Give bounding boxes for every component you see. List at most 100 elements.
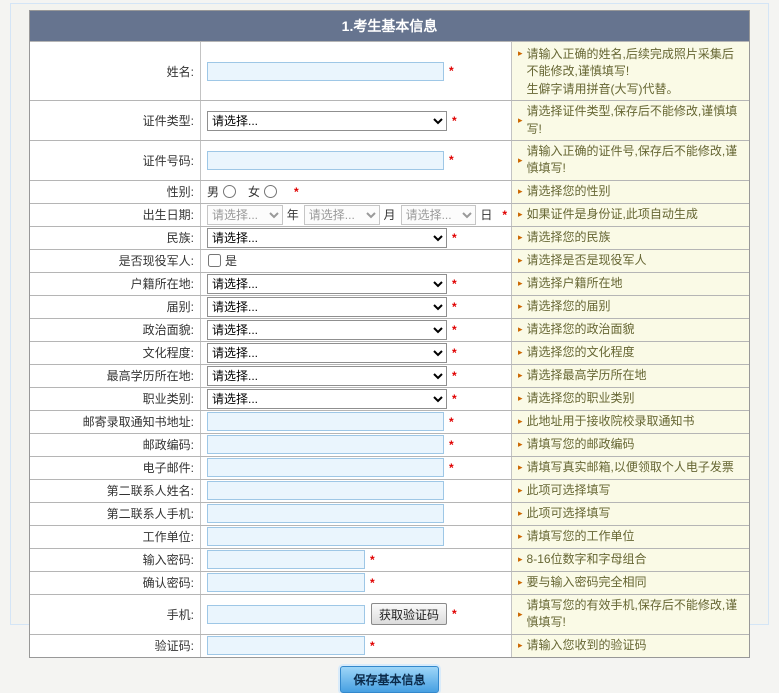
active-military-checkbox[interactable] xyxy=(208,254,221,268)
second-contact-phone-hint-text: 此项可选择填写 xyxy=(526,506,611,521)
occupation-type-hint-text: 请选择您的职业类别 xyxy=(526,391,635,406)
postal-code-row: 邮政编码: * ▸ 请填写您的邮政编码 xyxy=(30,432,749,456)
gender-hint: ▸ 请选择您的性别 xyxy=(512,180,749,203)
occupation-type-row: 职业类别: 请选择... * ▸ 请选择您的职业类别 xyxy=(30,386,749,410)
second-contact-name-input[interactable] xyxy=(207,481,444,501)
postal-code-input[interactable] xyxy=(207,435,444,455)
verification-code-field: * xyxy=(200,634,512,657)
work-unit-hint: ▸ 请填写您的工作单位 xyxy=(512,525,749,548)
work-unit-label: 工作单位: xyxy=(30,525,200,548)
required-marker: * xyxy=(449,437,454,452)
verification-code-row: 验证码: * ▸ 请输入您收到的验证码 xyxy=(30,633,749,657)
day-select[interactable]: 请选择... xyxy=(400,204,477,225)
required-marker: * xyxy=(370,575,375,590)
name-hint: ▸ 请输入正确的姓名,后续完成照片采集后不能修改,谨慎填写! 生僻字请用拼音(大写… xyxy=(512,42,749,101)
required-marker: * xyxy=(294,184,299,199)
mobile-get-code-button[interactable]: 获取验证码 xyxy=(371,603,448,626)
mobile-input[interactable] xyxy=(207,604,365,624)
second-contact-name-row: 第二联系人姓名: ▸ 此项可选择填写 xyxy=(30,478,749,502)
postal-code-hint-text: 请填写您的邮政编码 xyxy=(526,437,635,452)
required-marker: * xyxy=(452,113,457,128)
hint-bullet-icon: ▸ xyxy=(518,232,523,243)
ethnicity-select[interactable]: 请选择... xyxy=(207,227,447,248)
password-input[interactable] xyxy=(207,550,365,570)
name-input[interactable] xyxy=(207,61,444,81)
highest-education-location-select[interactable]: 请选择... xyxy=(207,365,447,386)
political-status-field: 请选择... * xyxy=(200,318,512,341)
second-contact-phone-input[interactable] xyxy=(207,504,444,524)
hint-bullet-icon: ▸ xyxy=(518,508,523,519)
hint-bullet-icon: ▸ xyxy=(518,462,523,473)
footer: 保存基本信息 xyxy=(11,665,768,693)
hint-bullet-icon: ▸ xyxy=(518,531,523,542)
form-rows: 姓名: * ▸ 请输入正确的姓名,后续完成照片采集后不能修改,谨慎填写! 生僻字请用拼… xyxy=(30,41,749,657)
household-registration-hint: ▸ 请选择户籍所在地 xyxy=(512,272,749,295)
email-input[interactable] xyxy=(207,458,444,478)
password-hint-text: 8-16位数字和字母组合 xyxy=(526,552,647,567)
ethnicity-label: 民族: xyxy=(30,226,200,249)
year-select[interactable]: 请选择... xyxy=(207,204,283,225)
mobile-hint-text: 请填写您的有效手机,保存后不能修改,谨慎填写! xyxy=(526,597,738,630)
gender-male-radio[interactable] xyxy=(223,185,237,199)
political-status-hint: ▸ 请选择您的政治面貌 xyxy=(512,318,749,341)
id-type-field: 请选择... * xyxy=(200,101,512,140)
hint-bullet-icon: ▸ xyxy=(518,485,523,496)
confirm-password-input[interactable] xyxy=(207,573,365,593)
gender-field: 男 女 * xyxy=(200,180,512,203)
save-basic-info-button[interactable]: 保存基本信息 xyxy=(340,665,439,693)
mobile-label: 手机: xyxy=(30,594,200,634)
mailing-address-input[interactable] xyxy=(207,412,444,432)
second-contact-name-field xyxy=(200,479,512,502)
name-label: 姓名: xyxy=(30,42,200,101)
political-status-hint-text: 请选择您的政治面貌 xyxy=(526,322,635,337)
second-contact-name-hint: ▸ 此项可选择填写 xyxy=(512,479,749,502)
gender-female-radio[interactable] xyxy=(264,185,278,199)
name-field: * xyxy=(200,42,512,101)
birth-date-hint: ▸ 如果证件是身份证,此项自动生成 xyxy=(512,203,749,226)
active-military-field: 是 xyxy=(200,249,512,272)
verification-code-input[interactable] xyxy=(207,636,365,656)
household-registration-select[interactable]: 请选择... xyxy=(207,273,447,294)
name-row: 姓名: * ▸ 请输入正确的姓名,后续完成照片采集后不能修改,谨慎填写! 生僻字请用拼… xyxy=(30,41,749,101)
email-row: 电子邮件: * ▸ 请填写真实邮箱,以便领取个人电子发票 xyxy=(30,455,749,479)
highest-education-location-field: 请选择... * xyxy=(200,364,512,387)
required-marker: * xyxy=(452,276,457,291)
work-unit-field xyxy=(200,525,512,548)
form-section-title: 1.考生基本信息 xyxy=(30,11,749,41)
required-marker: * xyxy=(449,153,454,168)
month-select[interactable]: 请选择... xyxy=(303,204,380,225)
password-field: * xyxy=(200,548,512,571)
second-contact-name-hint-text: 此项可选择填写 xyxy=(526,483,611,498)
category-label: 届别: xyxy=(30,295,200,318)
occupation-type-select[interactable]: 请选择... xyxy=(207,388,447,409)
education-level-select[interactable]: 请选择... xyxy=(207,342,447,363)
birth-date-field: 请选择... 年请选择... 月请选择... 日 * xyxy=(200,203,512,226)
password-hint: ▸ 8-16位数字和字母组合 xyxy=(512,548,749,571)
education-level-hint-text: 请选择您的文化程度 xyxy=(526,345,635,360)
hint-bullet-icon: ▸ xyxy=(518,416,523,427)
work-unit-input[interactable] xyxy=(207,527,444,547)
birth-date-row: 出生日期: 请选择... 年请选择... 月请选择... 日 * ▸ 如果证件是身份证,此项自… xyxy=(30,202,749,226)
political-status-select[interactable]: 请选择... xyxy=(207,319,447,340)
second-contact-phone-hint: ▸ 此项可选择填写 xyxy=(512,502,749,525)
month-unit-label: 月 xyxy=(383,208,396,223)
year-unit-label: 年 xyxy=(286,208,299,223)
category-select[interactable]: 请选择... xyxy=(207,296,447,317)
mailing-address-field: * xyxy=(200,410,512,433)
required-marker: * xyxy=(449,460,454,475)
postal-code-hint: ▸ 请填写您的邮政编码 xyxy=(512,433,749,456)
id-type-select[interactable]: 请选择... xyxy=(207,110,447,131)
id-number-field: * xyxy=(200,140,512,180)
required-marker: * xyxy=(452,230,457,245)
highest-education-location-label: 最高学历所在地: xyxy=(30,364,200,387)
confirm-password-hint-text: 要与输入密码完全相同 xyxy=(526,575,647,590)
email-hint-text: 请填写真实邮箱,以便领取个人电子发票 xyxy=(526,460,734,475)
id-number-input[interactable] xyxy=(207,150,444,170)
password-label: 输入密码: xyxy=(30,548,200,571)
required-marker: * xyxy=(452,607,457,622)
active-military-row: 是否现役军人: 是 ▸ 请选择是否是现役军人 xyxy=(30,248,749,272)
gender-female-label: 女 xyxy=(248,185,261,200)
id-type-row: 证件类型: 请选择... * ▸ 请选择证件类型,保存后不能修改,谨慎填写! xyxy=(30,100,749,140)
id-number-hint: ▸ 请输入正确的证件号,保存后不能修改,谨慎填写! xyxy=(512,140,749,180)
required-marker: * xyxy=(370,638,375,653)
